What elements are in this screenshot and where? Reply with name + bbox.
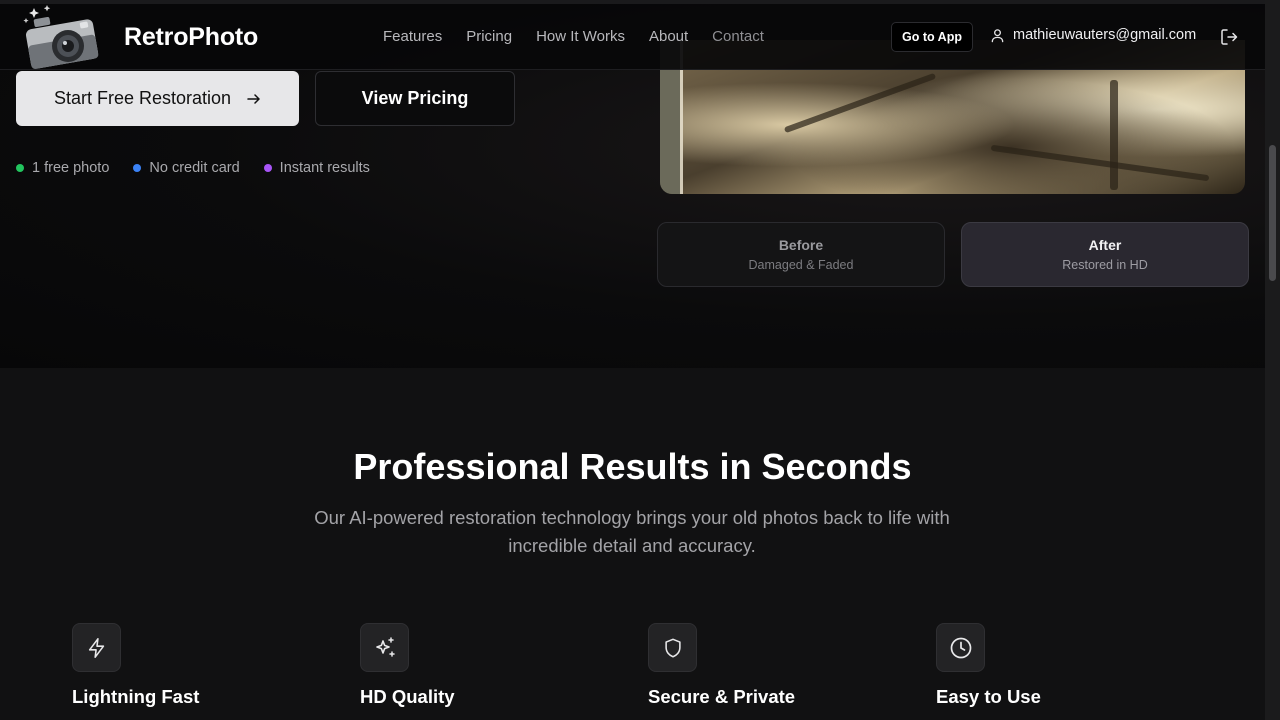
features-section: Professional Results in Seconds Our AI-p… — [0, 368, 1265, 720]
perk-item: No credit card — [133, 160, 240, 176]
nav-link-features[interactable]: Features — [383, 28, 442, 45]
start-free-restoration-button[interactable]: Start Free Restoration — [16, 71, 299, 126]
page-scrollbar[interactable] — [1265, 0, 1280, 720]
start-free-restoration-label: Start Free Restoration — [53, 88, 232, 108]
nav-link-about[interactable]: About — [649, 28, 688, 45]
user-account[interactable]: mathieuwauters@gmail.com — [990, 27, 1196, 43]
after-title: After — [1088, 237, 1122, 253]
sparkles-icon — [360, 623, 409, 672]
nav-link-how-it-works[interactable]: How It Works — [536, 28, 625, 45]
logout-icon[interactable] — [1220, 28, 1238, 46]
features-title: Professional Results in Seconds — [353, 446, 912, 487]
before-title: Before — [778, 237, 824, 253]
before-card[interactable]: Before Damaged & Faded — [657, 222, 945, 287]
lightning-icon — [72, 623, 121, 672]
before-subtitle: Damaged & Faded — [748, 258, 854, 272]
perk-label: 1 free photo — [32, 160, 110, 176]
features-subtitle: Our AI-powered restoration technology br… — [314, 507, 950, 556]
clock-icon — [936, 623, 985, 672]
user-email: mathieuwauters@gmail.com — [1013, 27, 1197, 43]
page: Before Damaged & Faded After Restored in… — [0, 0, 1280, 720]
main-menu: Features Pricing How It Works About Cont… — [383, 28, 764, 45]
shield-icon — [648, 623, 697, 672]
after-subtitle: Restored in HD — [1062, 258, 1148, 272]
brand-name[interactable]: RetroPhoto — [124, 23, 258, 52]
after-card[interactable]: After Restored in HD — [961, 222, 1249, 287]
perk-label: Instant results — [279, 160, 370, 176]
feature-card: Easy to Use — [936, 623, 1041, 708]
perk-label: No credit card — [149, 160, 240, 176]
view-pricing-label: View Pricing — [361, 88, 469, 108]
camera-logo-icon[interactable] — [20, 4, 100, 70]
blue-dot-icon — [133, 164, 142, 172]
feature-name: Secure & Private — [648, 686, 796, 707]
feature-name: Easy to Use — [936, 686, 1041, 707]
user-icon — [991, 28, 1004, 42]
perk-item: Instant results — [263, 160, 370, 176]
purple-dot-icon — [263, 164, 272, 172]
green-dot-icon — [16, 164, 24, 172]
feature-card: HD Quality — [360, 623, 455, 708]
feature-name: HD Quality — [360, 686, 455, 707]
scrollbar-thumb[interactable] — [1269, 145, 1276, 281]
view-pricing-button[interactable]: View Pricing — [315, 71, 515, 126]
perks-list: 1 free photo No credit card Instant resu… — [16, 160, 370, 176]
feature-card: Lightning Fast — [72, 623, 199, 708]
feature-card: Secure & Private — [648, 623, 795, 708]
go-to-app-button[interactable]: Go to App — [891, 22, 973, 52]
nav-link-pricing[interactable]: Pricing — [466, 28, 512, 45]
feature-name: Lightning Fast — [72, 686, 200, 707]
nav-link-contact[interactable]: Contact — [712, 28, 764, 45]
perk-item: 1 free photo — [16, 160, 109, 176]
top-navbar: RetroPhoto Features Pricing How It Works… — [0, 0, 1265, 70]
arrow-right-icon — [247, 93, 260, 104]
